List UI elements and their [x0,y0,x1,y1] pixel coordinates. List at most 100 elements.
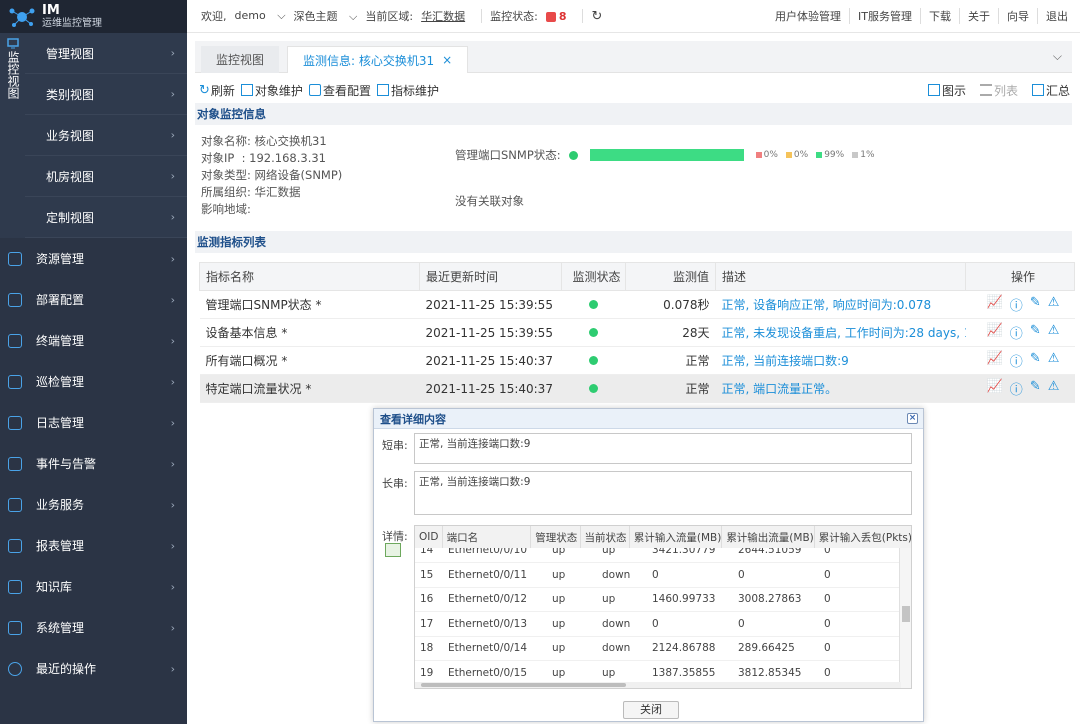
sidebar-item-system[interactable]: 系统管理 › [0,607,187,648]
refresh-button[interactable]: ↻ 刷新 [199,82,235,99]
long-text-box[interactable]: 正常, 当前连接端口数:9 [414,471,912,515]
edit-icon[interactable]: ✎ [1030,351,1041,370]
table-row[interactable]: 管理端口SNMP状态 * 2021-11-25 15:39:55 0.078秒 … [199,290,1075,319]
metric-desc[interactable]: 正常, 端口流量正常。 [715,374,966,403]
sidebar-monitor-view-tab[interactable]: 监控视图 [0,33,25,238]
region-link[interactable]: 华汇数据 [421,8,465,24]
refresh-icon[interactable]: ↻ [591,9,602,24]
alert-icon[interactable]: ⚠ [1048,351,1060,370]
sidebar-item-label: 系统管理 [36,621,85,635]
scroll-thumb[interactable] [421,683,626,687]
view-config-button[interactable]: 查看配置 [308,82,371,99]
object-maintain-button[interactable]: 对象维护 [240,82,303,99]
trend-icon[interactable]: 📈 [987,351,1003,370]
chevron-right-icon: › [170,662,175,675]
chevron-right-icon: › [170,128,175,142]
gear-icon [8,620,22,635]
close-icon[interactable]: × [442,53,452,67]
cell-in: 2124.86788 [647,636,733,661]
short-label: 短串: [382,439,408,452]
info-icon[interactable]: ⓘ [1010,379,1023,398]
status-indicator[interactable]: 8 [545,10,566,23]
link-it-service[interactable]: IT服务管理 [849,8,920,24]
metric-status [561,374,626,403]
button-label: 指标维护 [390,83,439,98]
link-logout[interactable]: 退出 [1037,8,1076,24]
vertical-scrollbar[interactable] [899,548,911,688]
close-button[interactable]: 关闭 [623,701,679,719]
list-view-button[interactable]: 列表 [979,82,1018,99]
export-excel-icon[interactable] [385,543,401,557]
sidebar-item-inspection[interactable]: 巡检管理 › [0,361,187,402]
edit-icon[interactable]: ✎ [1030,323,1041,342]
info-icon[interactable]: ⓘ [1010,351,1023,370]
chevron-right-icon: › [170,293,175,306]
cell-oid: 19 [415,660,443,684]
close-icon[interactable]: × [907,413,918,424]
cell-port: Ethernet0/0/10 [443,548,547,563]
sidebar-item-terminal[interactable]: 终端管理 › [0,320,187,361]
table-row[interactable]: 14 Ethernet0/0/10 up up 3421.30779 2644.51059… [415,548,901,563]
table-row[interactable]: 15 Ethernet0/0/11 up down 0 0 0 [415,562,901,588]
sidebar-item-custom-view[interactable]: 定制视图 › [25,197,187,238]
link-download[interactable]: 下载 [920,8,959,24]
resource-icon [8,251,22,266]
table-row[interactable]: 16 Ethernet0/0/12 up up 1460.99733 3008.27863… [415,587,901,612]
table-row[interactable]: 18 Ethernet0/0/14 up down 2124.86788 289.6642… [415,636,901,661]
sidebar-item-deploy[interactable]: 部署配置 › [0,279,187,320]
sidebar-item-category-view[interactable]: 类别视图 › [25,74,187,115]
cell-out: 0 [733,611,819,637]
table-row[interactable]: 设备基本信息 * 2021-11-25 15:39:55 28天 正常, 未发现… [199,318,1075,347]
sidebar-item-knowledge[interactable]: 知识库 › [0,566,187,607]
sidebar-item-management-view[interactable]: 管理视图 › [25,33,187,74]
theme-menu[interactable]: 深色主题 ⌵ [294,8,358,24]
link-about[interactable]: 关于 [959,8,998,24]
short-text-box[interactable]: 正常, 当前连接端口数:9 [414,433,912,464]
metric-desc[interactable]: 正常, 未发现设备重启, 工作时间为:28 days, 1... [715,318,966,347]
table-row[interactable]: 19 Ethernet0/0/15 up up 1387.35855 3812.85345… [415,660,901,684]
scroll-thumb[interactable] [902,606,910,622]
tab-monitor-view[interactable]: 监控视图 [201,46,280,73]
metric-maintain-button[interactable]: 指标维护 [376,82,439,99]
metric-desc[interactable]: 正常, 当前连接端口数:9 [715,346,966,375]
table-row[interactable]: 所有端口概况 * 2021-11-25 15:40:37 正常 正常, 当前连接… [199,346,1075,375]
edit-icon[interactable]: ✎ [1030,295,1041,314]
alert-icon[interactable]: ⚠ [1048,295,1060,314]
sidebar-item-business-view[interactable]: 业务视图 › [25,115,187,156]
user-menu[interactable]: demo ⌵ [235,9,286,23]
table-row[interactable]: 特定端口流量状况 * 2021-11-25 15:40:37 正常 正常, 端口… [199,374,1075,403]
sidebar-item-label: 日志管理 [36,416,85,430]
sidebar-item-log[interactable]: 日志管理 › [0,402,187,443]
tab-monitor-info[interactable]: 监测信息: 核心交换机31 × [287,46,469,73]
alert-icon[interactable]: ⚠ [1048,323,1060,342]
sidebar-item-resource[interactable]: 资源管理 › [0,238,187,279]
cell-port: Ethernet0/0/13 [443,611,547,637]
link-user-experience[interactable]: 用户体验管理 [767,8,849,24]
table-row[interactable]: 17 Ethernet0/0/13 up down 0 0 0 [415,611,901,637]
chevron-down-icon[interactable]: ⌵ [1053,49,1062,64]
chart-view-button[interactable]: 图示 [927,82,966,99]
sidebar-item-room-view[interactable]: 机房视图 › [25,156,187,197]
column-header: 累计输入流量(MB) [629,526,723,548]
sidebar-item-report[interactable]: 报表管理 › [0,525,187,566]
sidebar-item-business-service[interactable]: 业务服务 › [0,484,187,525]
status-dot [589,327,598,337]
link-guide[interactable]: 向导 [998,8,1037,24]
sidebar-item-events[interactable]: 事件与告警 › [0,443,187,484]
status-label: 监控状态: [490,10,538,23]
deploy-icon [8,292,22,307]
metric-desc[interactable]: 正常, 设备响应正常, 响应时间为:0.078 [715,290,966,319]
info-icon[interactable]: ⓘ [1010,323,1023,342]
alert-icon[interactable]: ⚠ [1048,379,1060,398]
sidebar-item-recent[interactable]: 最近的操作 › [0,648,187,689]
brand: IM 运维监控管理 [0,0,187,33]
trend-icon[interactable]: 📈 [987,323,1003,342]
legend-item: 99% [816,150,844,160]
trend-icon[interactable]: 📈 [987,295,1003,314]
edit-icon[interactable]: ✎ [1030,379,1041,398]
summary-button[interactable]: 汇总 [1031,82,1070,99]
horizontal-scrollbar[interactable] [415,682,901,688]
cell-drop: 0 [819,587,901,612]
trend-icon[interactable]: 📈 [987,379,1003,398]
info-icon[interactable]: ⓘ [1010,295,1023,314]
